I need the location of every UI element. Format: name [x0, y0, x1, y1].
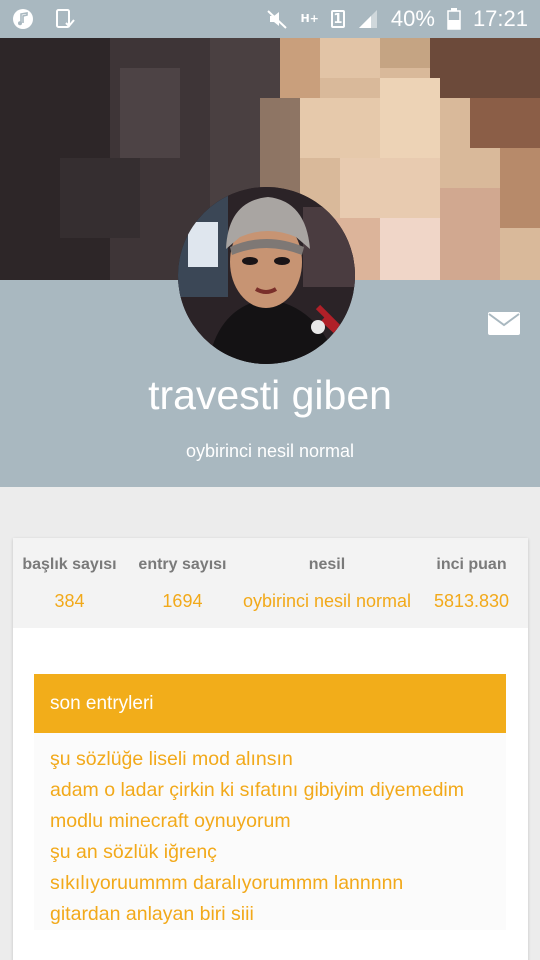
sim-slot-badge: 1 [330, 10, 345, 28]
profile-card: başlık sayısı 384 entry sayısı 1694 nesi… [13, 538, 528, 960]
recent-entries-title: son entryleri [50, 692, 154, 714]
battery-percent: 40% [390, 6, 435, 31]
entry-link[interactable]: modlu minecraft oynuyorum [50, 806, 490, 837]
recent-entries-list: şu sözlüğe liseli mod alınsın adam o lad… [34, 733, 506, 930]
entry-link[interactable]: gitardan anlayan biri siii [50, 899, 490, 930]
entry-link[interactable]: şu an sözlük iğrenç [50, 837, 490, 868]
entry-link[interactable]: adam o ladar çirkin ki sıfatını gibiyim … [50, 775, 490, 806]
stat-label: entry sayısı [138, 556, 227, 573]
status-bar: H+ 1 40% 17:21 [0, 0, 540, 38]
mute-icon [266, 8, 288, 30]
entry-link[interactable]: şu sözlüğe liseli mod alınsın [50, 744, 490, 775]
stat-karma-points: inci puan 5813.830 [415, 538, 528, 628]
envelope-icon [488, 312, 520, 335]
send-message-button[interactable] [488, 312, 520, 335]
stat-label: başlık sayısı [22, 556, 117, 573]
profile-tagline: oybirinci nesil normal [185, 441, 355, 461]
battery-icon [447, 8, 461, 30]
avatar[interactable] [178, 187, 355, 364]
network-type-label: H+ [300, 12, 319, 25]
avatar-image [178, 187, 355, 364]
music-note-icon [12, 8, 34, 30]
profile-username: travesti giben [148, 372, 392, 418]
stat-value: 1694 [162, 591, 203, 611]
stats-row: başlık sayısı 384 entry sayısı 1694 nesi… [13, 538, 528, 628]
stat-topic-count: başlık sayısı 384 [13, 538, 126, 628]
recent-entries-header: son entryleri [34, 674, 506, 733]
signal-icon [357, 9, 379, 29]
screenshot-check-icon [54, 8, 76, 30]
stat-value: 5813.830 [433, 591, 510, 611]
entry-link[interactable]: sıkılıyoruummm daralıyorummm lannnnn [50, 868, 490, 899]
stat-value: oybirinci nesil normal [242, 591, 412, 611]
stat-label: nesil [308, 556, 346, 573]
stat-entry-count: entry sayısı 1694 [126, 538, 239, 628]
stat-label: inci puan [436, 556, 507, 573]
stat-generation: nesil oybirinci nesil normal [239, 538, 415, 628]
sim-slot-label: 1 [333, 11, 343, 27]
clock: 17:21 [472, 6, 528, 31]
network-type-icon: H+ [300, 12, 319, 25]
stat-value: 384 [54, 591, 85, 611]
